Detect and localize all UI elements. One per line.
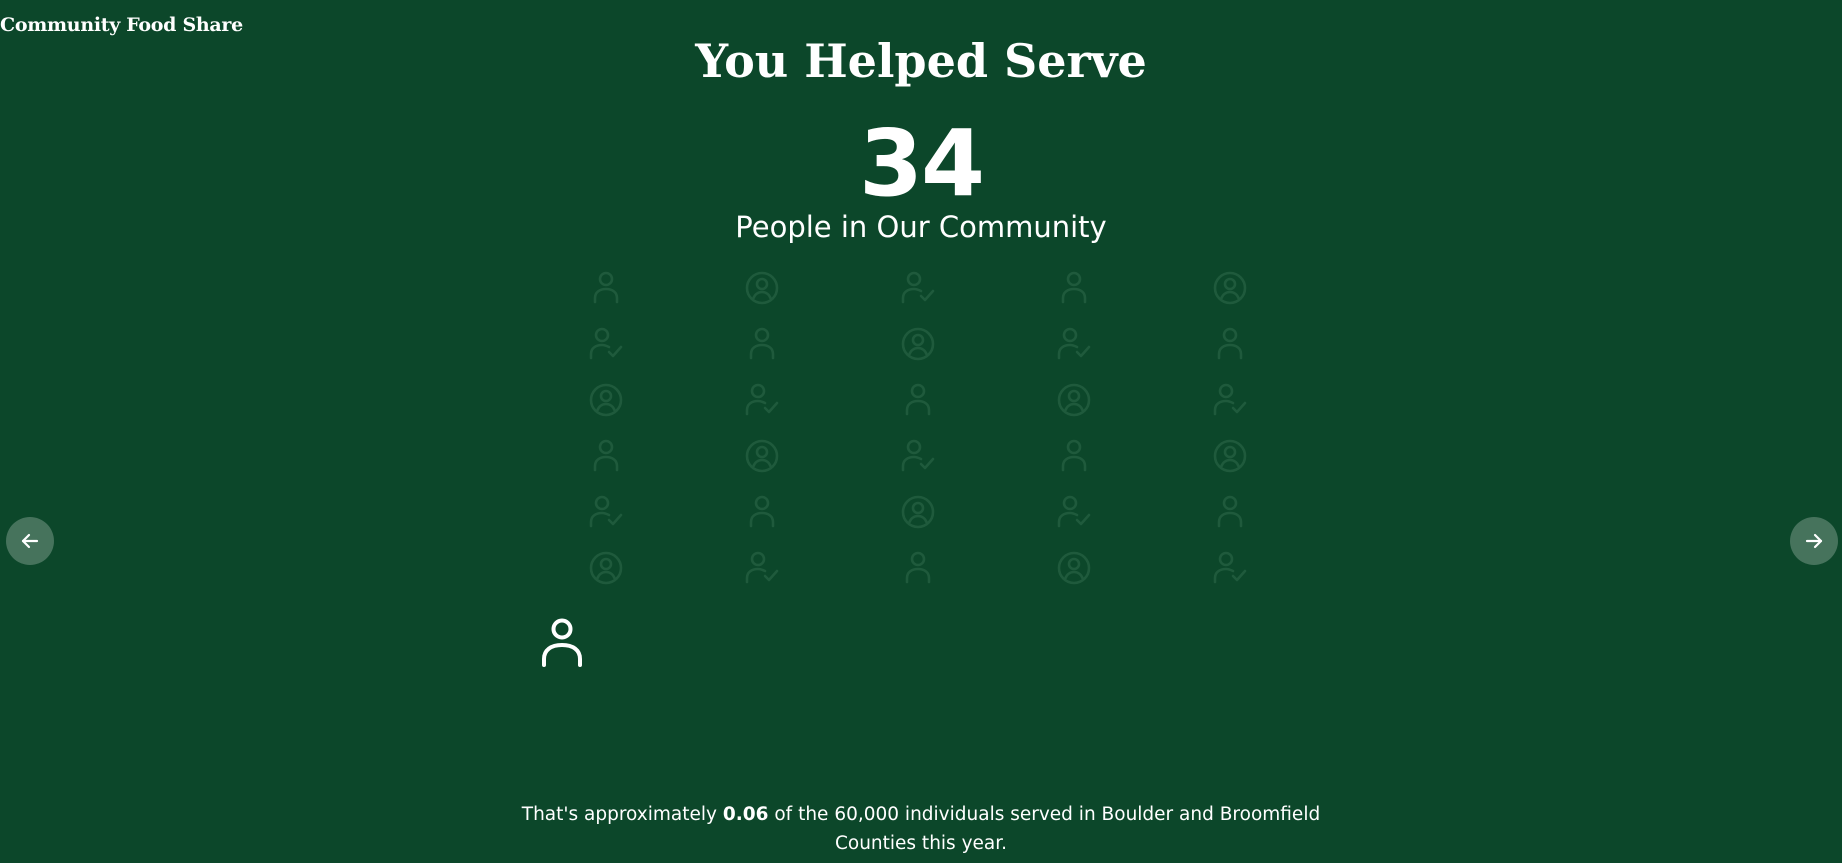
person-check-icon [1210,380,1250,420]
person-check-icon [898,436,938,476]
person-icon [1210,324,1250,364]
served-count: 34 [858,110,985,217]
next-slide-button[interactable] [1790,517,1838,565]
person-circle-icon [742,436,782,476]
person-circle-icon [586,380,626,420]
arrow-right-icon [1805,533,1823,549]
person-icon [586,436,626,476]
person-check-icon [1054,324,1094,364]
previous-slide-button[interactable] [6,517,54,565]
person-check-icon [742,380,782,420]
served-count-caption: People in Our Community [735,210,1107,244]
person-check-icon [898,268,938,308]
person-icon [898,548,938,588]
person-icon [586,268,626,308]
person-check-icon [586,324,626,364]
person-circle-icon [1210,436,1250,476]
footnote-text-after: of the 60,000 individuals served in Boul… [768,804,1321,854]
arrow-left-icon [21,533,39,549]
person-check-icon [1054,492,1094,532]
person-icon [898,380,938,420]
person-circle-icon [898,324,938,364]
person-circle-icon [1054,548,1094,588]
people-icon-grid [586,268,1247,588]
person-check-icon [742,548,782,588]
person-circle-icon [1054,380,1094,420]
person-circle-icon [1210,268,1250,308]
person-circle-icon [742,268,782,308]
footnote-highlight: 0.06 [722,804,769,825]
person-check-icon [1210,548,1250,588]
page-title: You Helped Serve [695,34,1147,88]
person-icon [1210,492,1250,532]
served-footnote: That's approximately 0.06 of the 60,000 … [521,800,1321,858]
person-icon [742,324,782,364]
person-icon [540,617,584,669]
person-icon [1054,436,1094,476]
footnote-text-before: That's approximately [521,804,723,825]
person-icon [1054,268,1094,308]
person-check-icon [586,492,626,532]
person-icon [742,492,782,532]
person-circle-icon [898,492,938,532]
person-circle-icon [586,548,626,588]
